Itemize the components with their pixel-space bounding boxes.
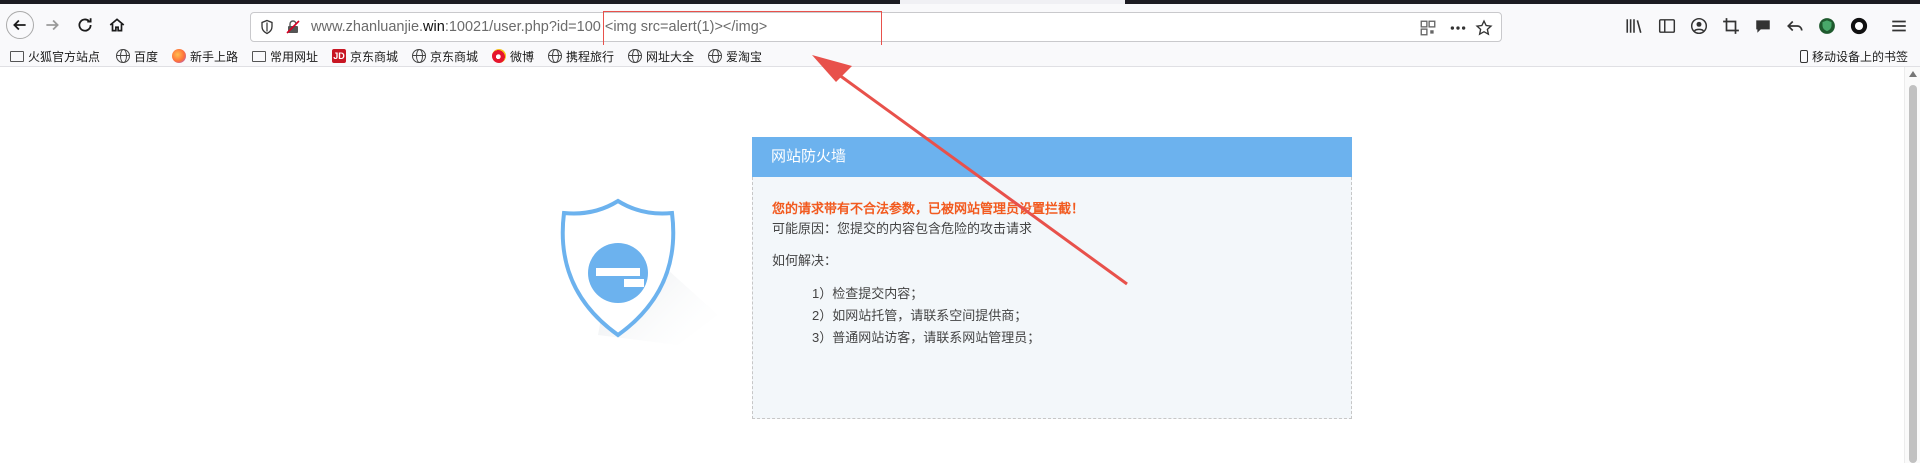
account-icon[interactable] (1690, 17, 1708, 35)
home-icon (109, 18, 125, 32)
forward-button[interactable] (38, 11, 66, 39)
bookmark-item[interactable]: 火狐官方站点 (10, 47, 100, 65)
reload-icon (78, 18, 92, 32)
jd-icon: JD (332, 49, 346, 63)
folder-icon (252, 50, 266, 62)
bookmark-item[interactable]: 新手上路 (172, 47, 238, 65)
bookmark-item[interactable]: JD 京东商城 (332, 47, 398, 65)
firewall-shield-logo (560, 198, 718, 345)
vertical-scrollbar[interactable] (1904, 67, 1920, 463)
solution-steps: 1）检查提交内容； 2）如网站托管，请联系空间提供商； 3）普通网站访客，请联系… (772, 283, 1332, 349)
url-host: www.zhanluanjie. (311, 19, 424, 35)
bookmark-star-icon[interactable] (1475, 19, 1493, 37)
mobile-bookmarks-label: 移动设备上的书签 (1812, 49, 1909, 64)
firefox-icon (172, 49, 186, 63)
url-host-tld: win (423, 19, 445, 35)
extension-ring-icon[interactable] (1850, 17, 1868, 35)
solve-label: 如何解决： (772, 253, 838, 268)
sidebar-icon[interactable] (1658, 17, 1676, 35)
reason-text: 可能原因：您提交的内容包含危险的攻击请求 (772, 221, 1033, 236)
solution-step: 2）如网站托管，请联系空间提供商； (812, 308, 1028, 323)
home-button[interactable] (103, 11, 131, 39)
bookmark-label: 常用网址 (270, 49, 319, 64)
insecure-connection-icon[interactable] (285, 19, 301, 35)
folder-icon (10, 50, 24, 62)
bookmark-label: 携程旅行 (566, 49, 615, 64)
globe-icon (628, 49, 642, 63)
bookmark-item[interactable]: 微博 (492, 47, 534, 65)
bookmark-item[interactable]: 百度 (116, 47, 158, 65)
bookmark-item[interactable]: 携程旅行 (548, 47, 614, 65)
bookmark-label: 微博 (510, 49, 535, 64)
library-icon[interactable] (1625, 17, 1643, 35)
bookmark-item[interactable]: 网址大全 (628, 47, 694, 65)
bookmark-label: 京东商城 (430, 49, 479, 64)
forward-arrow-icon (46, 19, 59, 31)
annotation-highlight-box (603, 11, 882, 49)
mobile-bookmarks[interactable]: 移动设备上的书签 (1800, 47, 1908, 65)
qr-code-icon[interactable] (1419, 19, 1437, 37)
globe-icon (412, 49, 426, 63)
bookmark-item[interactable]: 京东商城 (412, 47, 478, 65)
bookmark-label: 爱淘宝 (726, 49, 763, 64)
bookmark-item[interactable]: 爱淘宝 (708, 47, 762, 65)
firewall-panel: 网站防火墙 您的请求带有不合法参数，已被网站管理员设置拦截！ 可能原因：您提交的… (752, 137, 1352, 419)
solution-step: 3）普通网站访客，请联系网站管理员； (812, 330, 1041, 345)
scrollbar-thumb[interactable] (1909, 85, 1917, 463)
page-actions-icon[interactable] (1449, 19, 1467, 37)
back-button[interactable] (6, 11, 34, 39)
warning-message: 您的请求带有不合法参数，已被网站管理员设置拦截！ (772, 201, 1085, 216)
undo-icon[interactable] (1786, 17, 1804, 35)
bookmark-label: 百度 (134, 49, 159, 64)
bookmarks-toolbar: 火狐官方站点 百度 新手上路 常用网址 JD 京东商城 京东商城 微博 携程旅行 … (0, 45, 1920, 67)
chat-bubble-icon[interactable] (1754, 17, 1772, 35)
weibo-icon (492, 49, 506, 63)
screenshot-crop-icon[interactable] (1722, 17, 1740, 35)
solution-step: 1）检查提交内容； (812, 286, 924, 301)
bookmark-label: 新手上路 (190, 49, 239, 64)
back-arrow-icon (13, 19, 26, 31)
hamburger-menu-icon[interactable] (1890, 17, 1908, 35)
scroll-up-arrow-icon[interactable] (1909, 71, 1917, 77)
globe-icon (708, 49, 722, 63)
panel-body: 您的请求带有不合法参数，已被网站管理员设置拦截！ 可能原因：您提交的内容包含危险… (752, 177, 1352, 419)
panel-title: 网站防火墙 (752, 137, 1352, 177)
tracking-shield-icon[interactable] (259, 19, 275, 35)
navigation-toolbar: www.zhanluanjie.win:10021/user.php?id=10… (0, 4, 1920, 45)
phone-icon (1800, 49, 1808, 63)
bookmark-label: 火狐官方站点 (28, 49, 101, 64)
bookmark-item[interactable]: 常用网址 (252, 47, 318, 65)
bookmark-label: 京东商城 (350, 49, 399, 64)
globe-icon (116, 49, 130, 63)
globe-icon (548, 49, 562, 63)
bookmark-label: 网址大全 (646, 49, 695, 64)
extension-shield-icon[interactable] (1818, 17, 1836, 35)
reload-button[interactable] (71, 11, 99, 39)
